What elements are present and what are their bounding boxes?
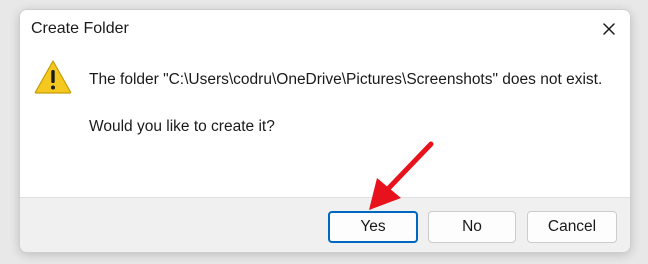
dialog-button-bar: Yes No Cancel xyxy=(20,197,630,252)
warning-icon xyxy=(34,60,72,94)
question-text: Would you like to create it? xyxy=(89,118,275,135)
yes-button[interactable]: Yes xyxy=(328,211,418,243)
no-button[interactable]: No xyxy=(428,211,516,243)
close-icon[interactable] xyxy=(598,18,620,40)
cancel-button[interactable]: Cancel xyxy=(527,211,617,243)
dialog-title: Create Folder xyxy=(31,20,129,37)
message-text: The folder "C:\Users\codru\OneDrive\Pict… xyxy=(89,71,603,88)
create-folder-dialog: Create Folder The folder "C:\Users\codru… xyxy=(19,9,631,253)
dialog-titlebar: Create Folder xyxy=(20,10,630,48)
